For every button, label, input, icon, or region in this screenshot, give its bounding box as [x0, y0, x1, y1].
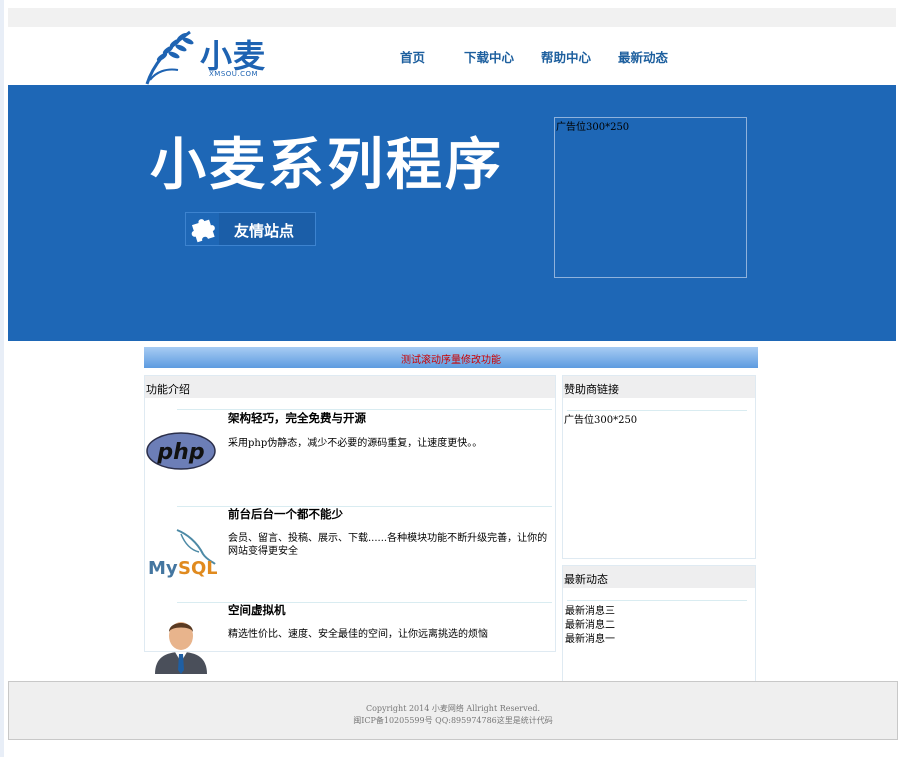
- banner-title: 小麦系列程序: [150, 133, 504, 198]
- news-panel: 最新动态 最新消息三 最新消息二 最新消息一: [562, 565, 756, 685]
- php-logo-icon: php: [146, 432, 216, 470]
- svg-text:php: php: [156, 440, 204, 465]
- sponsor-ad-slot[interactable]: 广告位300*250: [564, 411, 637, 426]
- footer-copyright: Copyright 2014 小麦网络 Allright Reserved.: [365, 704, 541, 713]
- feature-desc: 会员、留言、投稿、展示、下载......各种模块功能不断升级完善，让你的网站变得…: [228, 533, 548, 557]
- news-item[interactable]: 最新消息三: [565, 602, 615, 617]
- logo-domain: XMSOU.COM: [209, 70, 259, 78]
- sponsor-panel: 赞助商链接 广告位300*250: [562, 375, 756, 559]
- businessman-avatar-icon: [155, 622, 207, 674]
- ad-slot-label: 广告位300*250: [556, 122, 630, 133]
- news-panel-header: 最新动态: [563, 566, 755, 588]
- feature-desc: 精选性价比、速度、安全最佳的空间，让你远离挑选的烦恼: [228, 629, 488, 640]
- friend-sites-button[interactable]: 友情站点: [185, 212, 316, 246]
- nav-help-center[interactable]: 帮助中心: [541, 47, 591, 66]
- banner-ad-slot[interactable]: 广告位300*250: [554, 117, 747, 278]
- footer-icp: 闽ICP备10205599号 QQ:895974786这里是统计代码: [353, 716, 553, 725]
- footer: Copyright 2014 小麦网络 Allright Reserved. 闽…: [8, 681, 898, 740]
- nav-latest-news[interactable]: 最新动态: [618, 47, 668, 66]
- sponsor-heading: 赞助商链接: [564, 383, 619, 396]
- scrolling-notice-text: 测试滚动序量修改功能: [401, 355, 501, 366]
- features-panel-header: 功能介绍: [145, 376, 555, 398]
- divider: [567, 600, 747, 601]
- svg-text:My: My: [148, 558, 178, 579]
- feature-desc: 采用php伪静态，减少不必要的源码重复，让速度更快。。: [228, 438, 483, 449]
- feature-title: 空间虚拟机: [228, 603, 286, 617]
- mysql-logo-icon: My SQL: [148, 529, 217, 579]
- left-edge-strip: [0, 0, 4, 757]
- nav-home[interactable]: 首页: [400, 47, 425, 66]
- scrolling-notice: 测试滚动序量修改功能: [144, 347, 758, 368]
- features-panel: 功能介绍 架构轻巧，完全免费与开源 php 采用php伪静态，减少不必要的源码重…: [144, 375, 556, 674]
- svg-text:SQL: SQL: [178, 558, 217, 579]
- friend-sites-label: 友情站点: [234, 222, 295, 240]
- feature-title: 前台后台一个都不能少: [228, 507, 343, 521]
- news-heading: 最新动态: [564, 573, 608, 586]
- sponsor-panel-header: 赞助商链接: [563, 376, 755, 398]
- news-item[interactable]: 最新消息一: [565, 630, 615, 645]
- features-heading: 功能介绍: [146, 383, 190, 396]
- feature-title: 架构轻巧，完全免费与开源: [228, 411, 366, 425]
- top-bar: [8, 8, 896, 27]
- news-item[interactable]: 最新消息二: [565, 616, 615, 631]
- nav-download-center[interactable]: 下载中心: [464, 47, 514, 66]
- puzzle-icon: [186, 213, 219, 245]
